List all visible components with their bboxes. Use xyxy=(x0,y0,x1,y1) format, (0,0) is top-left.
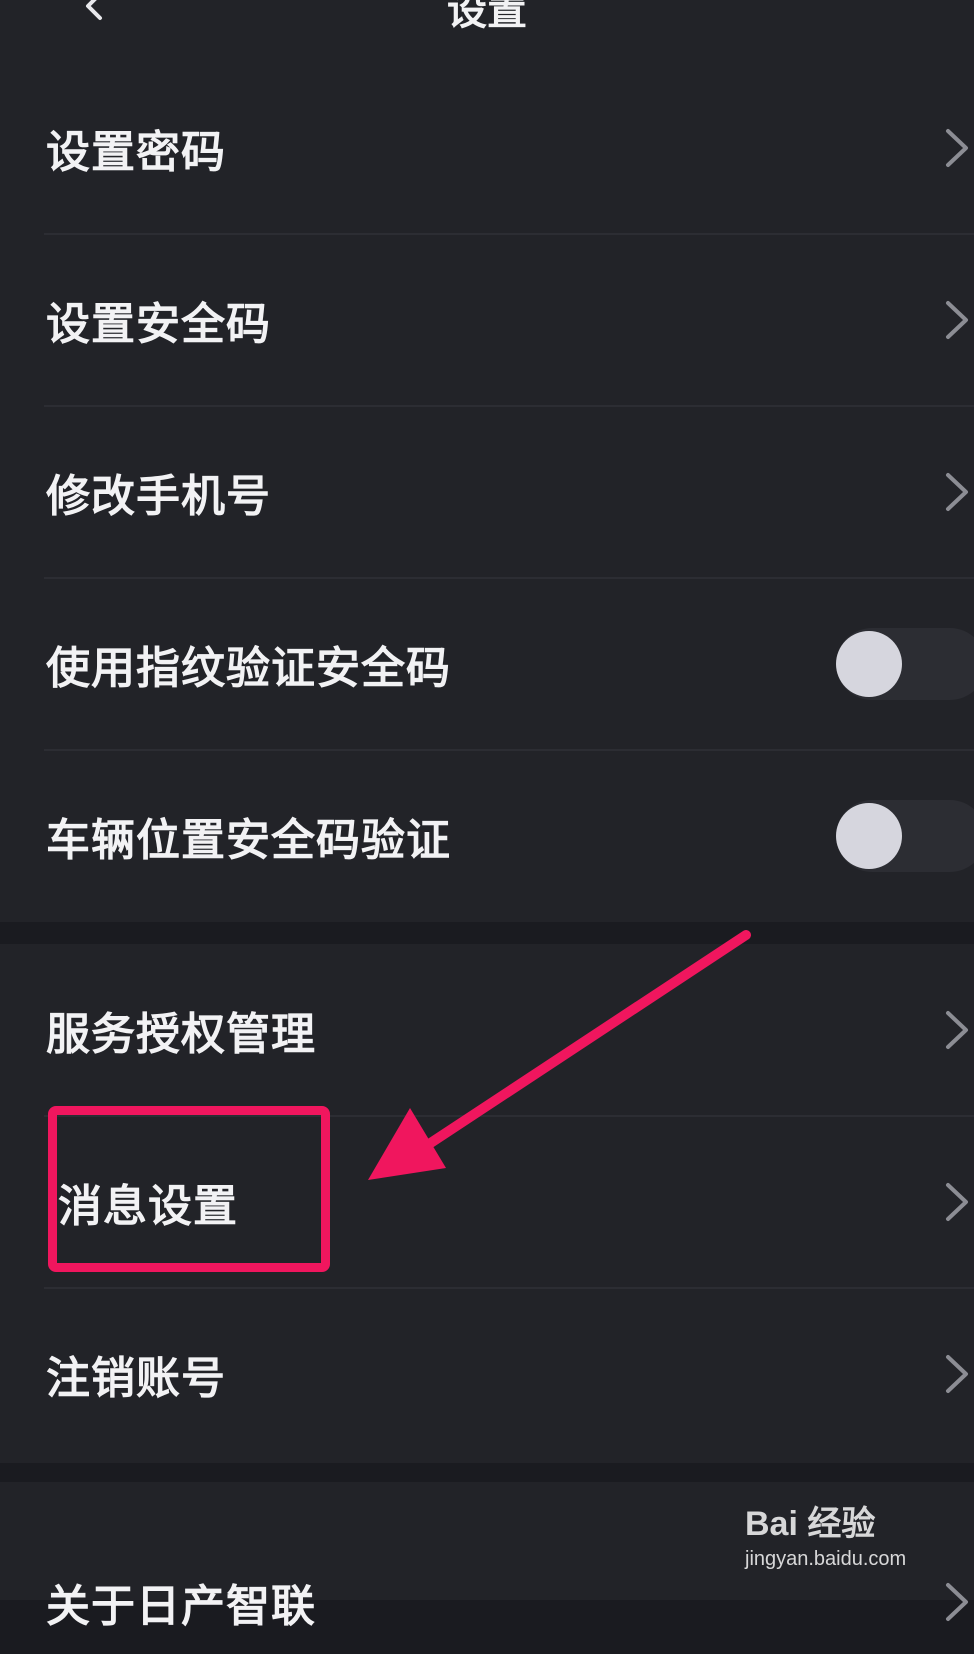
watermark: Bai 经验 jingyan.baidu.com xyxy=(745,1490,945,1580)
annotation-arrow-icon xyxy=(368,930,751,1180)
watermark-logo: Bai 经验 xyxy=(745,1505,876,1543)
watermark-url: jingyan.baidu.com xyxy=(745,1548,907,1570)
